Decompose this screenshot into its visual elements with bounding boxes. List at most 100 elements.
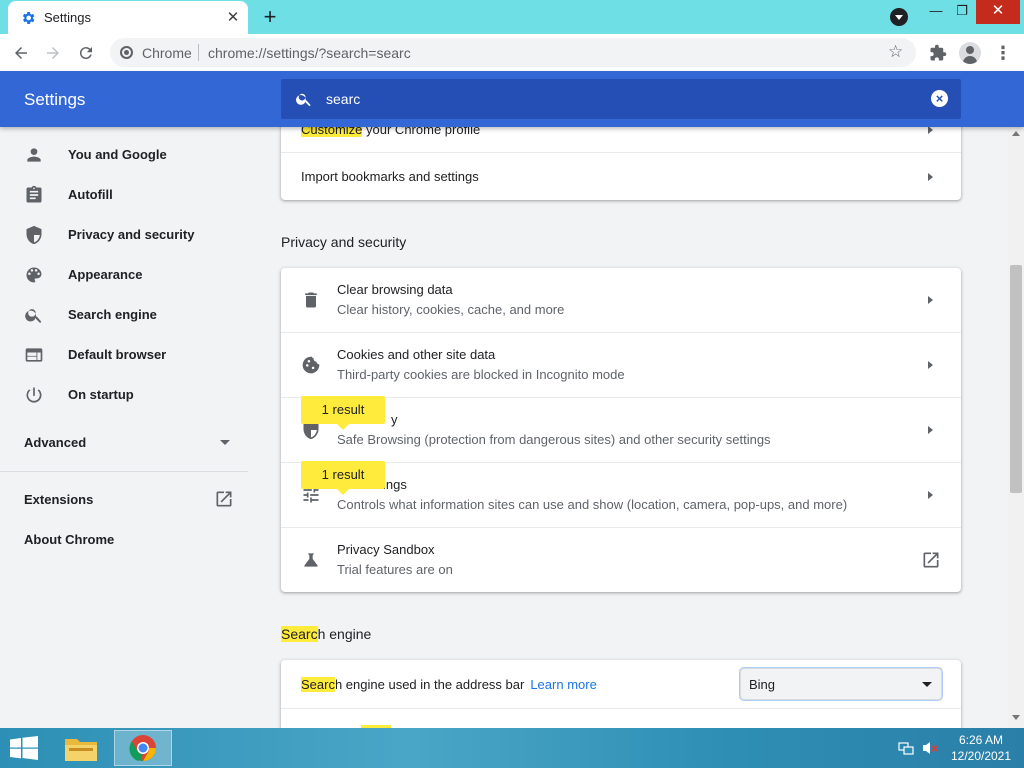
search-result-bubble: 1 result: [301, 461, 385, 495]
search-icon: [25, 309, 42, 323]
settings-main: Customize your Chrome profile Import boo…: [266, 127, 1008, 728]
clipboard-icon: [26, 185, 42, 203]
tab-search-button[interactable]: [890, 8, 908, 26]
sidebar-item-privacy[interactable]: Privacy and security: [0, 214, 266, 254]
row-title-rest: your Chrome profile: [362, 127, 481, 137]
search-engine-dropdown[interactable]: Bing: [740, 668, 942, 700]
advanced-toggle[interactable]: Advanced: [24, 435, 86, 450]
customize-profile-row[interactable]: Customize your Chrome profile: [281, 127, 961, 153]
row-title: Customize your Chrome profile: [301, 127, 480, 137]
chevron-right-icon: [928, 173, 933, 181]
search-highlight: Searc: [301, 677, 335, 692]
search-engine-row: Search engine used in the address bar Lea…: [281, 660, 961, 709]
arrow-right-icon: [47, 47, 59, 59]
search-engine-card: Search engine used in the address bar Lea…: [281, 660, 961, 728]
address-bar[interactable]: Chrome chrome://settings/?search=searc ☆: [110, 38, 916, 67]
chevron-down-icon[interactable]: [220, 440, 230, 445]
sidebar-item-default-browser[interactable]: Default browser: [0, 334, 266, 374]
folder-icon: [65, 739, 97, 761]
search-icon: [296, 93, 311, 107]
sidebar-item-label: On startup: [68, 387, 134, 402]
forward-button[interactable]: [40, 40, 66, 66]
open-in-new-icon[interactable]: [921, 550, 941, 570]
sidebar-item-label: Default browser: [68, 347, 167, 362]
omnibox-separator: [198, 44, 199, 61]
clock-time: 6:26 AM: [958, 733, 1004, 747]
gear-icon: [22, 12, 35, 24]
about-chrome-link[interactable]: About Chrome: [24, 532, 114, 547]
sidebar-item-label: Search engine: [68, 307, 157, 322]
dropdown-value: Bing: [749, 677, 776, 692]
settings-search-field[interactable]: searc ×: [281, 79, 961, 119]
sidebar-item-on-startup[interactable]: On startup: [0, 374, 266, 414]
tab-close-button[interactable]: ✕: [224, 9, 242, 27]
system-clock[interactable]: 6:26 AM 12/20/2021: [946, 732, 1016, 764]
windows-start-icon[interactable]: [10, 736, 38, 760]
minimize-button[interactable]: —: [922, 0, 950, 24]
scroll-thumb[interactable]: [1010, 265, 1022, 493]
section-title-rest: h engine: [317, 626, 372, 642]
row-title: Import bookmarks and settings: [301, 169, 479, 184]
cookies-row[interactable]: Cookies and other site data Third-party …: [281, 333, 961, 398]
sidebar-item-appearance[interactable]: Appearance: [0, 254, 266, 294]
sidebar-item-search-engine[interactable]: Search engine: [0, 294, 266, 334]
close-window-button[interactable]: ✕: [976, 0, 1020, 24]
search-result-bubble: 1 result: [301, 396, 385, 430]
manage-search-engines-row[interactable]: [281, 709, 961, 728]
privacy-sandbox-row[interactable]: Privacy Sandbox Trial features are on: [281, 528, 961, 592]
page-title: Settings: [24, 90, 86, 109]
scroll-up-arrow[interactable]: [1012, 131, 1020, 136]
reload-icon: [79, 47, 92, 60]
trash-icon: [305, 292, 317, 308]
sidebar-item-label: Autofill: [68, 187, 113, 202]
volume-muted-icon[interactable]: [922, 740, 938, 756]
file-explorer-taskbar-button[interactable]: [52, 730, 110, 766]
person-icon: [27, 148, 41, 162]
browser-window-icon: [25, 348, 43, 362]
clear-browsing-data-row[interactable]: Clear browsing data Clear history, cooki…: [281, 268, 961, 333]
cookie-icon: [302, 356, 320, 374]
clock-date: 12/20/2021: [950, 749, 1012, 763]
bookmark-star-icon[interactable]: ☆: [888, 42, 903, 62]
sidebar-item-you-and-google[interactable]: You and Google: [0, 134, 266, 174]
privacy-card: Clear browsing data Clear history, cooki…: [281, 268, 961, 592]
search-highlight: Searc: [281, 626, 318, 642]
row-subtitle: Controls what information sites can use …: [337, 497, 848, 512]
row-title: Clear browsing data: [337, 282, 453, 297]
search-input[interactable]: searc: [326, 91, 360, 107]
flask-icon: [304, 553, 318, 567]
browser-toolbar: Chrome chrome://settings/?search=searc ☆…: [0, 34, 1024, 71]
clear-search-button[interactable]: ×: [931, 90, 948, 107]
extensions-link[interactable]: Extensions: [24, 492, 93, 507]
menu-kebab-icon[interactable]: ⋮: [990, 40, 1016, 66]
sidebar-item-label: Privacy and security: [68, 227, 195, 242]
chrome-taskbar-button[interactable]: [114, 730, 172, 766]
back-button[interactable]: [8, 40, 34, 66]
learn-more-link[interactable]: Learn more: [530, 677, 596, 692]
row-subtitle: Trial features are on: [337, 562, 453, 577]
network-icon[interactable]: [898, 740, 914, 756]
new-tab-button[interactable]: +: [258, 5, 282, 29]
settings-header: Settings searc ×: [0, 71, 1024, 127]
profile-avatar[interactable]: [959, 42, 981, 64]
url-text[interactable]: chrome://settings/?search=searc: [208, 45, 411, 61]
row-title-rest: h engine used in the address bar: [334, 677, 525, 692]
sidebar-item-label: You and Google: [68, 147, 167, 162]
sidebar-item-autofill[interactable]: Autofill: [0, 174, 266, 214]
page-scrollbar[interactable]: [1008, 127, 1024, 728]
reload-button[interactable]: [73, 40, 99, 66]
power-icon: [26, 387, 42, 403]
maximize-button[interactable]: ❐: [950, 0, 974, 24]
import-bookmarks-row[interactable]: Import bookmarks and settings: [281, 153, 961, 200]
tab-settings[interactable]: Settings ✕: [8, 1, 248, 34]
row-subtitle: Third-party cookies are blocked in Incog…: [337, 367, 625, 382]
chevron-right-icon: [928, 296, 933, 304]
scroll-down-arrow[interactable]: [1012, 715, 1020, 720]
row-title: ings: [383, 477, 407, 492]
open-in-new-icon[interactable]: [214, 489, 234, 509]
row-title: Search engine used in the address bar Lea…: [301, 677, 597, 692]
palette-icon: [26, 267, 42, 283]
extensions-button[interactable]: [925, 40, 951, 66]
row-title: Cookies and other site data: [337, 347, 496, 362]
chevron-down-icon: [922, 682, 932, 687]
